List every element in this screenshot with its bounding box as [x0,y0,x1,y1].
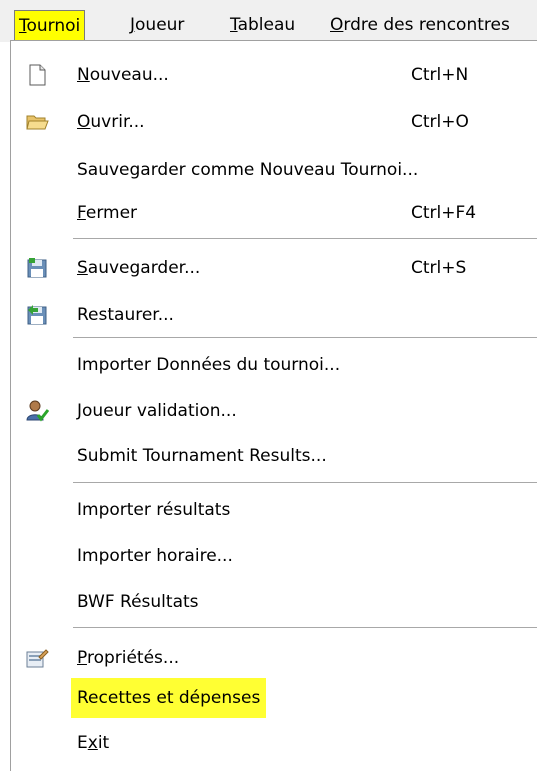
separator [73,627,537,628]
label-rest: auvegarder... [87,258,201,278]
menu-item-label: Recettes et dépenses [71,678,267,718]
menu-item-label: Sauvegarder... [77,248,200,288]
menu-item-label: Exit [77,723,109,763]
menu-item-label: Importer horaire... [77,546,233,566]
menu-item-label: BWF Résultats [77,592,199,612]
label-rest: Restaurer... [77,305,174,325]
menu-item-sauvegarder[interactable]: Sauvegarder... Ctrl+S [11,248,531,288]
label-rest: ropriétés... [86,648,180,668]
menu-item-fermer[interactable]: Fermer Ctrl+F4 [11,193,531,233]
mnemonic: S [77,258,88,278]
menu-tableau[interactable]: Tableau [230,10,295,40]
menu-item-label: Importer résultats [77,500,231,520]
open-folder-icon [26,115,49,130]
menu-item-label: Joueur validation... [77,401,237,421]
menu-item-label: Restaurer... [77,295,174,335]
menu-item-importer-horaire[interactable]: Importer horaire... [11,536,531,576]
menu-item-label: Ouvrir... [77,102,145,142]
menu-item-importer-resultats[interactable]: Importer résultats [11,490,531,530]
separator [73,337,537,338]
menu-ordre-label-rest: rdre des rencontres [343,15,510,35]
menu-tableau-mnemonic: T [230,15,238,35]
save-disk-icon [27,258,47,278]
menu-item-sauvegarder-comme[interactable]: Sauvegarder comme Nouveau Tournoi... [11,150,531,190]
menu-item-label: Propriétés... [77,638,179,678]
menu-item-exit[interactable]: Exit [11,723,531,763]
separator [73,238,537,239]
menu-bar: Tournoi Joueur Tableau Ordre des rencont… [0,0,537,42]
menu-tournoi[interactable]: Tournoi [14,10,86,40]
menu-item-joueur-validation[interactable]: Joueur validation... [11,391,531,431]
menu-item-shortcut: Ctrl+F4 [411,203,477,223]
label-rest: ermer [85,203,138,223]
menu-item-importer-donnees[interactable]: Importer Données du tournoi... [11,345,531,385]
label-rest: uvrir... [90,112,145,132]
menu-ordre-des-rencontres[interactable]: Ordre des rencontres [330,10,510,40]
menu-item-nouveau[interactable]: Nouveau... Ctrl+N [11,55,531,95]
menu-item-label: Sauvegarder comme Nouveau Tournoi... [77,160,419,180]
properties-icon [26,649,49,668]
mnemonic: N [77,65,90,85]
menu-tournoi-mnemonic: T [19,16,27,36]
mnemonic: F [77,203,86,223]
menu-tableau-label-rest: ableau [237,15,296,35]
restore-disk-icon [27,305,47,325]
tournoi-dropdown-menu: Nouveau... Ctrl+N Ouvrir... Ctrl+O Sauve… [10,40,537,771]
menu-item-restaurer[interactable]: Restaurer... [11,295,531,335]
mnemonic: P [77,648,87,668]
label-rest: ouveau... [89,65,169,85]
menu-item-ouvrir[interactable]: Ouvrir... Ctrl+O [11,102,531,142]
menu-ordre-mnemonic: O [330,15,344,35]
menu-tournoi-label-rest: ournoi [26,16,81,36]
mnemonic: O [77,112,91,132]
user-check-icon [26,400,49,422]
menu-item-shortcut: Ctrl+O [411,112,469,132]
menu-item-label: Importer Données du tournoi... [77,355,341,375]
menu-joueur-label-rest: oueur [135,15,185,35]
menu-item-label: Nouveau... [77,55,169,95]
label-rest: it [97,733,110,753]
menu-joueur[interactable]: Joueur [130,10,184,40]
menu-item-shortcut: Ctrl+N [411,65,469,85]
separator [73,482,537,483]
menu-item-submit-tournament-results[interactable]: Submit Tournament Results... [11,436,531,476]
menu-item-proprietes[interactable]: Propriétés... [11,638,531,678]
menu-item-label: Submit Tournament Results... [77,446,327,466]
menu-item-label: Fermer [77,193,137,233]
menu-item-recettes-et-depenses[interactable]: Recettes et dépenses [11,678,531,718]
new-document-icon [29,64,46,86]
mnemonic: x [87,733,98,753]
menu-item-shortcut: Ctrl+S [411,258,467,278]
label-rest: E [77,733,88,753]
menu-item-bwf-resultats[interactable]: BWF Résultats [11,582,531,622]
